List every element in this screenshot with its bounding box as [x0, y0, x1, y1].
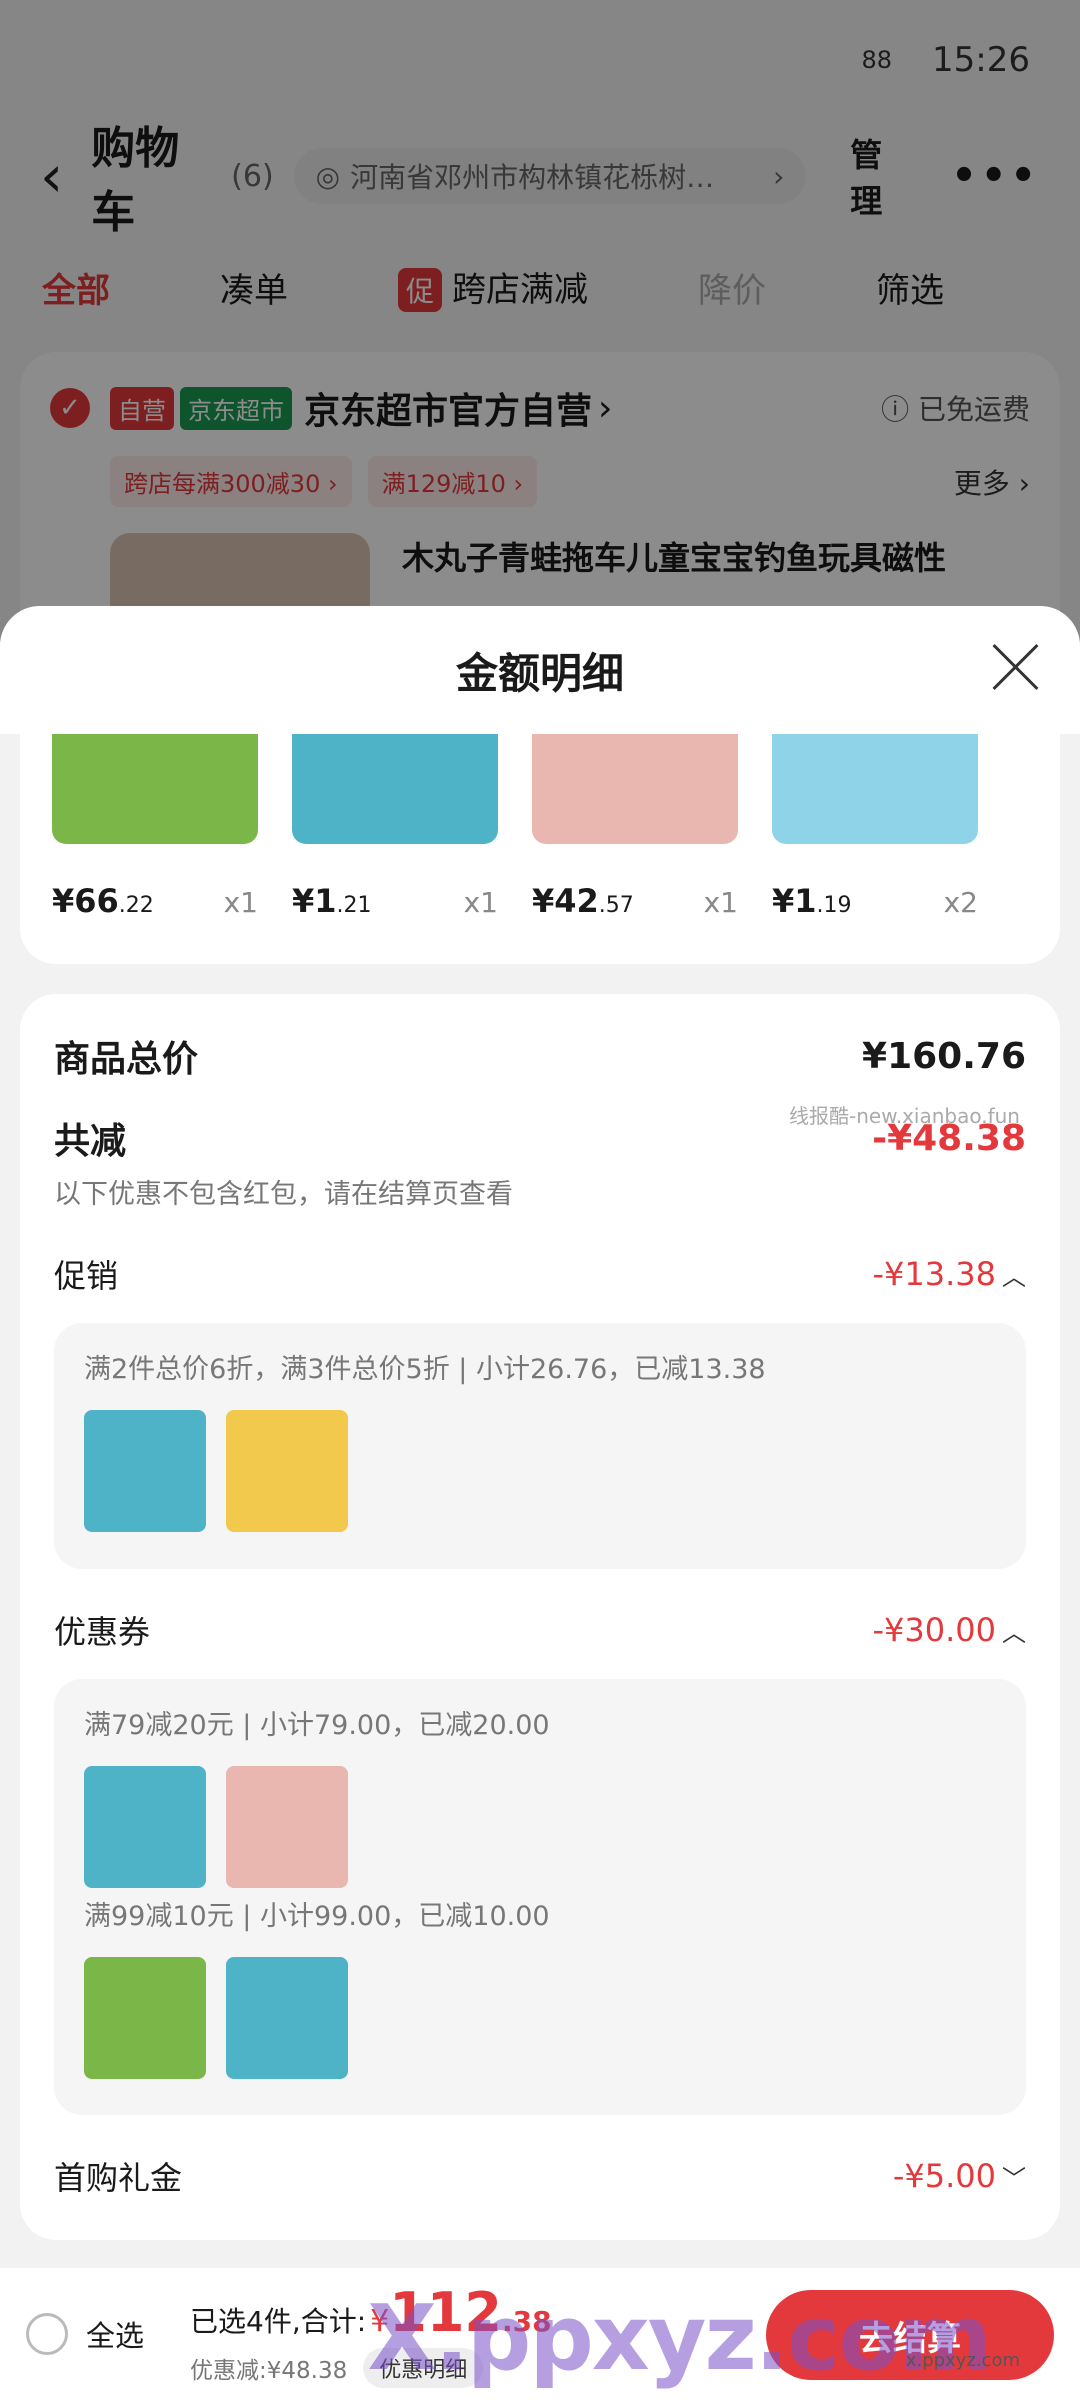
select-all-label[interactable]: 全选	[86, 2313, 144, 2355]
chevron-up-icon: ︿	[1002, 1263, 1026, 1291]
close-icon[interactable]	[990, 642, 1040, 692]
coupon-value: -¥30.00 ︿	[872, 1611, 1026, 1649]
gift-label: 首购礼金	[54, 2159, 183, 2197]
promo-section-header[interactable]: 促销 -¥13.38 ︿	[54, 1251, 1026, 1297]
select-all-radio[interactable]	[26, 2313, 68, 2355]
coupon-section-header[interactable]: 优惠券 -¥30.00 ︿	[54, 1607, 1026, 1653]
chevron-up-icon: ︿	[1002, 1619, 1026, 1647]
total-value: ¥160.76	[862, 1035, 1026, 1077]
promo-label: 促销	[54, 1257, 119, 1295]
watermark-logo: X.ppxyz.com	[367, 2286, 992, 2391]
item-qty: x1	[223, 886, 258, 919]
item-image	[52, 734, 258, 844]
watermark-url: x.ppxyz.com	[905, 2350, 1020, 2371]
product-thumb[interactable]	[226, 1766, 348, 1888]
item-card[interactable]: ¥66.22 x1	[52, 734, 292, 964]
total-label: 商品总价	[54, 1038, 199, 1080]
gift-value: -¥5.00 ﹀	[892, 2157, 1026, 2195]
summary-card: 商品总价 ¥160.76 线报酷-new.xianbao.fun 共减 -¥48…	[20, 994, 1060, 2240]
item-image	[772, 734, 978, 844]
sheet-title: 金额明细	[455, 648, 624, 698]
coupon-detail-text: 满79减20元 | 小计79.00，已减20.00	[84, 1710, 550, 1741]
item-card[interactable]: ¥42.57 x1	[532, 734, 772, 964]
coupon-label: 优惠券	[54, 1613, 151, 1651]
chevron-down-icon: ﹀	[1002, 2165, 1026, 2193]
item-qty: x2	[943, 886, 978, 919]
saved-amount: 优惠减:¥48.38	[190, 2357, 348, 2384]
selected-summary: 已选4件,合计:	[190, 2304, 367, 2338]
item-qty: x1	[703, 886, 738, 919]
item-price: ¥42.57	[532, 882, 634, 920]
item-price: ¥1.19	[772, 882, 852, 920]
item-price: ¥1.21	[292, 882, 372, 920]
product-thumb[interactable]	[84, 1766, 206, 1888]
product-thumb[interactable]	[84, 1957, 206, 2079]
item-image	[532, 734, 738, 844]
coupon-detail: 满79减20元 | 小计79.00，已减20.00 满99减10元 | 小计99…	[54, 1679, 1026, 2115]
item-image	[292, 734, 498, 844]
product-thumb[interactable]	[226, 1410, 348, 1532]
product-thumb[interactable]	[226, 1957, 348, 2079]
promo-detail: 满2件总价6折，满3件总价5折 | 小计26.76，已减13.38	[54, 1323, 1026, 1569]
promo-detail-text: 满2件总价6折，满3件总价5折 | 小计26.76，已减13.38	[84, 1354, 766, 1385]
discount-note: 以下优惠不包含红包，请在结算页查看	[54, 1179, 513, 1210]
discount-label: 共减	[54, 1120, 127, 1162]
gift-section-header[interactable]: 首购礼金 -¥5.00 ﹀	[54, 2153, 1026, 2199]
item-price: ¥66.22	[52, 882, 154, 920]
item-card[interactable]: ¥1.21 x1	[292, 734, 532, 964]
coupon-detail-text: 满99减10元 | 小计99.00，已减10.00	[84, 1901, 550, 1932]
selected-items-strip: ¥66.22 x1 ¥1.21 x1 ¥42.57 x1 ¥1.19 x2	[20, 734, 1060, 964]
amount-detail-sheet: 金额明细 ¥66.22 x1 ¥1.21 x1 ¥42.57 x1 ¥1.19 x2 商…	[0, 606, 1080, 2268]
product-thumb[interactable]	[84, 1410, 206, 1532]
item-card[interactable]: ¥1.19 x2	[772, 734, 1012, 964]
promo-value: -¥13.38 ︿	[872, 1255, 1026, 1293]
sheet-header: 金额明细	[0, 606, 1080, 734]
item-qty: x1	[463, 886, 498, 919]
watermark: 线报酷-new.xianbao.fun	[789, 1104, 1020, 1128]
